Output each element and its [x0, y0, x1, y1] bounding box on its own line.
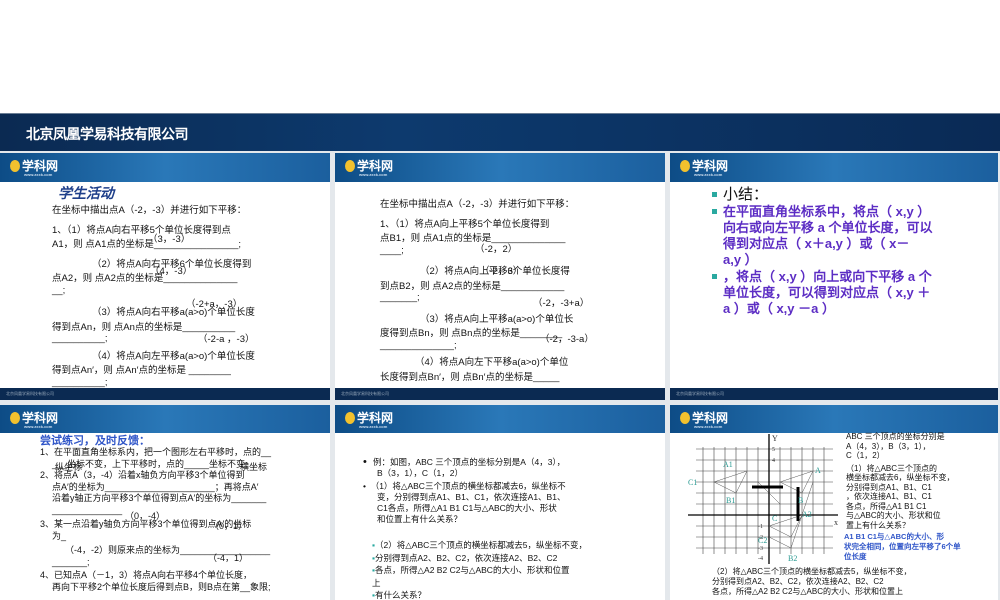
bullet-icon	[712, 209, 717, 214]
svg-text:A: A	[815, 466, 821, 475]
logo: 学科网 www.zxxk.com	[10, 409, 58, 429]
slide-title: 尝试练习，及时反馈：	[40, 435, 150, 447]
logo: 学科网 www.zxxk.com	[345, 409, 393, 429]
svg-text:B1: B1	[726, 496, 735, 505]
answer-1: 纵坐标	[55, 462, 83, 472]
logo: 学科网 www.zxxk.com	[345, 157, 393, 177]
answer-2: 横坐标	[240, 462, 268, 472]
answer-3: （-2+a，-3）	[186, 299, 243, 310]
answer-2: （4，-3）	[150, 266, 193, 277]
bullet-icon	[712, 274, 717, 279]
answer-3: （-2，-3+a）	[533, 298, 590, 309]
company-banner: 北京凤凰学易科技有限公司	[0, 113, 1000, 151]
slide-footer: 北京凤凰学易科技有限公司	[335, 388, 665, 400]
svg-text:C: C	[772, 514, 777, 523]
answer-1: （3，-3）	[148, 234, 191, 245]
answer-4: （-2-a ，-3）	[198, 334, 255, 345]
answer-text: A1 B1 C1与△ABC的大小、形 状完全相同，位置向左平移了6个单 位长度	[844, 532, 961, 561]
svg-text:A2: A2	[802, 510, 812, 519]
part-2-text: （2）将△ABC三个顶点的横坐标都减去5，纵坐标不变， 分别得到点A2、B2、C2…	[712, 567, 912, 596]
svg-text:5: 5	[772, 447, 775, 453]
slide-thumbnail-3[interactable]: 学科网 www.zxxk.com 小结： 在平面直角坐标系中，将点（ x,y ） …	[670, 153, 998, 400]
summary-point-1: 在平面直角坐标系中，将点（ x,y ） 向右或向左平移 a 个单位长度，可以 得…	[712, 204, 932, 268]
coordinate-grid-figure: Y x 5 4 -1 -2 -3 -4 A1 C1 B1 A B C A2 B2…	[688, 434, 838, 564]
example-part-2: ▪（2）将△ABC三个顶点的横坐标都减去5，纵坐标不变， ▪分别得到点A2、B2…	[372, 540, 587, 600]
slide-header: 学科网 www.zxxk.com	[335, 405, 665, 433]
slide-thumbnail-2[interactable]: 学科网 www.zxxk.com 在坐标中描出点A（-2，-3）并进行如下平移： …	[335, 153, 665, 400]
slide-thumbnail-4[interactable]: 学科网 www.zxxk.com 尝试练习，及时反馈： 1、在平面直角坐标系内，把…	[0, 405, 330, 600]
summary-heading: 小结：	[712, 183, 768, 204]
svg-text:-3: -3	[758, 546, 763, 552]
svg-text:-1: -1	[758, 524, 763, 530]
blank-area	[0, 0, 1000, 113]
summary-point-2: ，将点（ x,y ）向上或向下平移 a 个 单位长度，可以得到对应点（ x,y …	[712, 269, 932, 317]
logo: 学科网 www.zxxk.com	[680, 409, 728, 429]
answer-3: （0，-4）	[125, 511, 166, 521]
logo: 学科网 www.zxxk.com	[680, 157, 728, 177]
answer-4: （-2，-3-a）	[540, 334, 594, 345]
svg-text:4: 4	[772, 458, 775, 464]
svg-text:x: x	[834, 518, 838, 527]
slide-thumbnail-1[interactable]: 学科网 www.zxxk.com 学生活动 在坐标中描出点A（-2，-3）并进行如…	[0, 153, 330, 400]
slide-footer: 北京凤凰学易科技有限公司	[0, 388, 330, 400]
slide-header: 学科网 www.zxxk.com	[0, 153, 330, 182]
problem-text: ABC 三个顶点的坐标分别是 A（4，3），B（3，1）， C（1，2） （1）将△…	[846, 432, 955, 530]
slide-header: 学科网 www.zxxk.com	[335, 153, 665, 182]
svg-text:A1: A1	[723, 460, 733, 469]
slide-header: 学科网 www.zxxk.com	[670, 153, 998, 182]
svg-text:B: B	[798, 496, 803, 505]
svg-text:C2: C2	[758, 536, 767, 545]
svg-text:-4: -4	[758, 556, 763, 562]
answer-2: （-2，3）	[480, 266, 523, 277]
svg-text:Y: Y	[772, 434, 778, 443]
answer-1: （-2，2）	[475, 244, 518, 255]
slide-thumbnail-6[interactable]: 学科网 www.zxxk.com Y x 5 4 -1 -2 -3 -4 A1 C…	[670, 405, 998, 600]
answer-4: （0，1）	[210, 521, 248, 531]
company-name: 北京凤凰学易科技有限公司	[26, 126, 189, 142]
example-text: • 例：如图，ABC 三个顶点的坐标分别是A（4，3）， B（3，1），C（1，…	[363, 456, 566, 525]
bullet-icon	[712, 192, 717, 197]
slide-title: 学生活动	[58, 185, 114, 201]
answer-5: （-4，1）	[208, 553, 249, 563]
slide-thumbnail-5[interactable]: 学科网 www.zxxk.com • 例：如图，ABC 三个顶点的坐标分别是A（4…	[335, 405, 665, 600]
svg-text:B2: B2	[788, 554, 797, 563]
svg-text:C1: C1	[688, 478, 697, 487]
logo: 学科网 www.zxxk.com	[10, 157, 58, 177]
slide-footer: 北京凤凰学易科技有限公司	[670, 388, 998, 400]
slide-header: 学科网 www.zxxk.com	[0, 405, 330, 433]
